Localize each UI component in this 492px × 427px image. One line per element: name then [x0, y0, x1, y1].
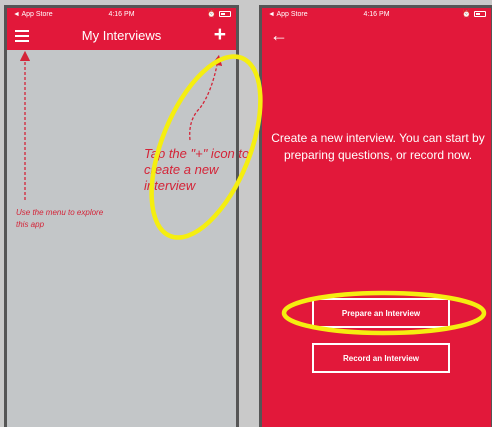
menu-hint-annotation: Use the menu to explore this app	[16, 208, 104, 229]
navbar: My Interviews +	[7, 22, 236, 50]
create-interview-description: Create a new interview. You can start by…	[271, 131, 485, 162]
back-arrow-icon[interactable]: ←	[270, 25, 288, 46]
plus-icon[interactable]: +	[214, 24, 226, 45]
battery-icon	[474, 11, 486, 17]
page-title: My Interviews	[81, 28, 162, 43]
status-icons: ⏰	[207, 10, 231, 18]
status-bar: ◄ App Store 4:16 PM ⏰	[262, 8, 491, 22]
alarm-icon: ⏰	[462, 11, 471, 18]
plus-hint-annotation: Tap the "+" icon to create a new intervi…	[144, 146, 250, 193]
alarm-icon: ⏰	[207, 11, 216, 18]
status-bar: ◄ App Store 4:16 PM ⏰	[7, 8, 236, 22]
navbar: ←	[262, 22, 491, 50]
battery-icon	[219, 11, 231, 17]
record-interview-button[interactable]: Record an Interview	[312, 343, 450, 373]
status-time: 4:16 PM	[108, 11, 135, 18]
status-time: 4:16 PM	[363, 11, 390, 18]
status-icons: ⏰	[462, 10, 486, 18]
prepare-interview-button[interactable]: Prepare an Interview	[312, 298, 450, 328]
